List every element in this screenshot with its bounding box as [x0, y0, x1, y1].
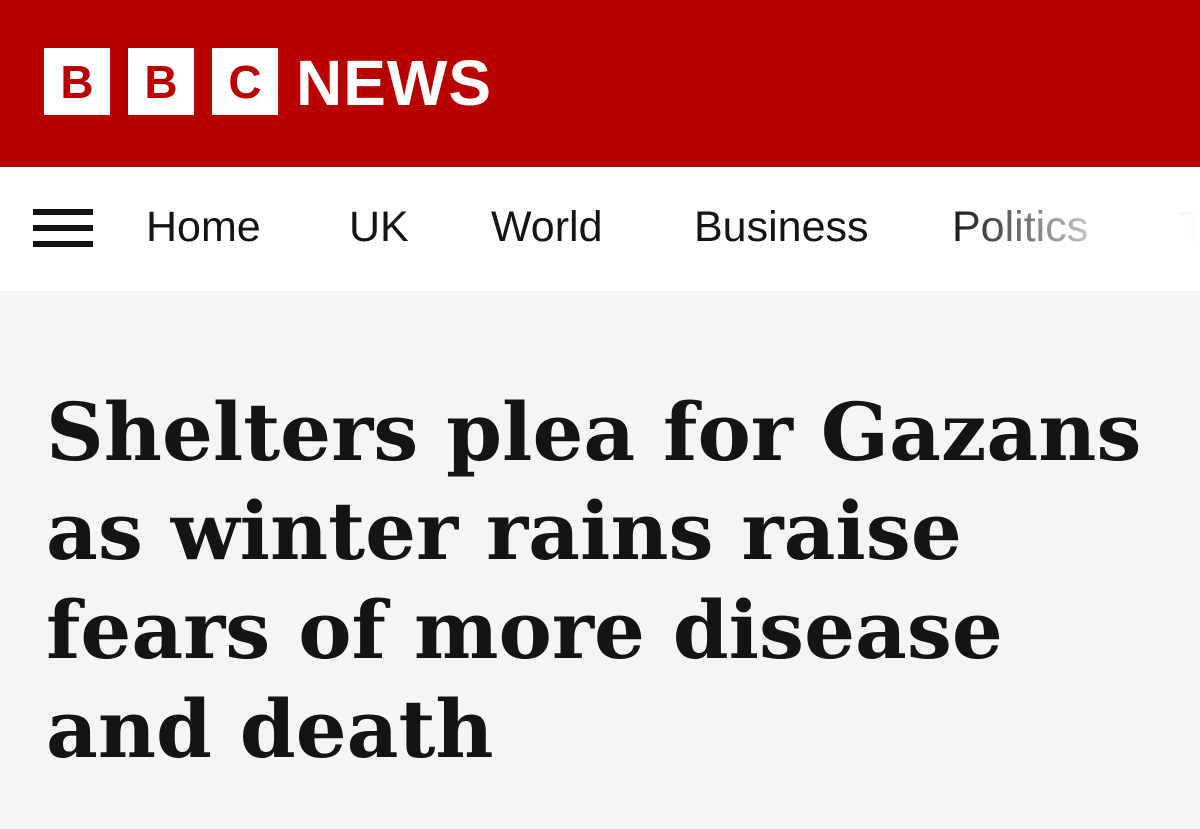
- nav-item-world[interactable]: World: [491, 203, 603, 252]
- nav-item-business[interactable]: Business: [694, 203, 868, 252]
- nav-item-uk[interactable]: UK: [349, 203, 409, 252]
- nav-item-truncated[interactable]: T: [1180, 203, 1200, 252]
- bbc-news-logo[interactable]: B B C NEWS: [44, 48, 492, 115]
- masthead: B B C NEWS: [0, 0, 1200, 167]
- nav-item-home[interactable]: Home: [146, 203, 261, 252]
- logo-block-b2: B: [128, 48, 194, 115]
- logo-block-b1: B: [44, 48, 110, 115]
- logo-news-text: NEWS: [296, 46, 492, 119]
- hamburger-menu-icon[interactable]: [33, 209, 93, 249]
- logo-block-c: C: [212, 48, 278, 115]
- nav-item-politics[interactable]: Politics: [952, 203, 1088, 252]
- main-navigation: Home UK World Business Politics T: [0, 167, 1200, 291]
- article-headline: Shelters plea for Gazans as winter rains…: [46, 385, 1142, 776]
